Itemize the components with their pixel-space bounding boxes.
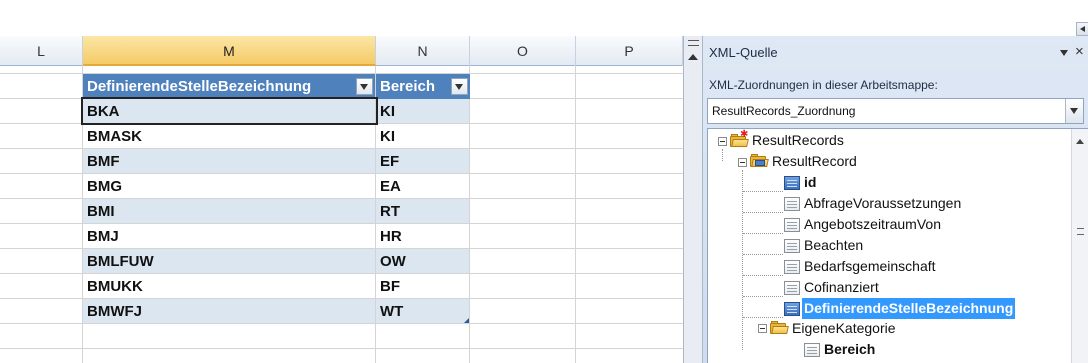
table-cell[interactable]: WT [376,299,469,324]
table-cell[interactable]: KI [376,124,469,149]
xml-map-select[interactable]: ResultRecords_Zuordnung [707,98,1084,124]
tree-node-angebotszeitraumvon[interactable]: AngebotszeitraumVon [802,214,943,235]
filter-dropdown-button[interactable] [451,78,468,95]
element-icon [784,260,800,274]
active-cell-cursor [81,97,378,125]
table-cell[interactable]: BF [376,274,469,299]
column-header-p[interactable]: P [576,36,683,66]
table-cell[interactable]: BMASK [83,124,375,149]
repeating-folder-icon [750,154,769,167]
cell-grid[interactable]: DefinierendeStelleBezeichnung Bereich BK… [0,66,683,363]
table-header-definierende-stelle[interactable]: DefinierendeStelleBezeichnung [83,74,375,99]
tree-node-cofinanziert[interactable]: Cofinanziert [802,277,881,298]
element-icon [784,239,800,253]
table-cell[interactable]: KI [376,99,469,124]
table-cell[interactable]: BMWFJ [83,299,375,324]
pane-title: XML-Quelle [709,45,778,60]
collapse-ribbon-icon[interactable] [1076,22,1088,36]
table-resize-handle[interactable] [464,318,469,323]
xml-source-pane: XML-Quelle × XML-Zuordnungen in dieser A… [703,36,1088,363]
table-cell[interactable]: BMG [83,174,375,199]
element-icon [784,218,800,232]
tree-node-id[interactable]: id [802,172,818,193]
splitter-grip-icon [688,40,699,46]
xml-map-value: ResultRecords_Zuordnung [712,104,856,118]
tree-node-beachten[interactable]: Beachten [802,235,865,256]
table-cell[interactable]: RT [376,199,469,224]
spreadsheet: L M N O P DefinierendeStelleBezeichnung [0,36,683,363]
tree-node-resultrecord[interactable]: ResultRecord [770,151,859,172]
header-label: DefinierendeStelleBezeichnung [87,78,312,95]
scroll-up-icon[interactable] [1076,139,1084,144]
tree-node-bereich[interactable]: Bereich [822,339,877,360]
collapse-toggle-icon[interactable] [758,324,767,333]
maps-label: XML-Zuordnungen in dieser Arbeitsmappe: [709,78,938,92]
tree-node-definierendestellebezeichnung[interactable]: DefinierendeStelleBezeichnung [802,298,1016,319]
table-cell[interactable]: EA [376,174,469,199]
root-folder-icon: ✱ [730,130,749,147]
scrollbar-grip-icon[interactable] [1077,228,1084,235]
table-cell[interactable]: BMJ [83,224,375,249]
collapse-toggle-icon[interactable] [718,137,727,146]
column-headers: L M N O P [0,36,683,66]
column-header-m[interactable]: M [83,36,376,66]
element-icon [804,343,820,357]
table-cell[interactable]: OW [376,249,469,274]
chevron-down-icon[interactable] [1065,99,1083,123]
column-header-l[interactable]: L [0,36,83,66]
pane-splitter[interactable] [683,36,703,363]
table-cell[interactable]: BMUKK [83,274,375,299]
table-cell[interactable]: EF [376,149,469,174]
top-strip [0,0,1088,36]
table-cell[interactable]: HR [376,224,469,249]
column-header-n[interactable]: N [376,36,470,66]
table-cell[interactable]: BMI [83,199,375,224]
element-icon [784,197,800,211]
header-label: Bereich [380,78,436,95]
mapped-element-icon [784,176,800,190]
tree-scrollbar[interactable] [1071,129,1088,363]
xml-tree[interactable]: ✱ ResultRecords ResultRecord id AbfrageV… [707,128,1088,363]
tree-node-bedarfsgemeinschaft[interactable]: Bedarfsgemeinschaft [802,256,938,277]
tree-node-eigenekategorie[interactable]: EigeneKategorie [790,318,898,339]
table-cell[interactable]: BMF [83,149,375,174]
column-header-o[interactable]: O [470,36,576,66]
table-cell[interactable]: BMLFUW [83,249,375,274]
pane-menu-chevron-icon[interactable] [1060,46,1070,58]
close-icon[interactable]: × [1075,42,1084,62]
tree-node-resultrecords[interactable]: ResultRecords [750,130,846,151]
scroll-up-icon[interactable] [688,54,698,60]
tree-node-abfragevoraussetzungen[interactable]: AbfrageVoraussetzungen [802,193,963,214]
filter-dropdown-button[interactable] [356,78,373,95]
folder-icon [770,321,789,334]
mapped-element-icon [784,302,800,316]
element-icon [784,281,800,295]
collapse-toggle-icon[interactable] [738,158,747,167]
